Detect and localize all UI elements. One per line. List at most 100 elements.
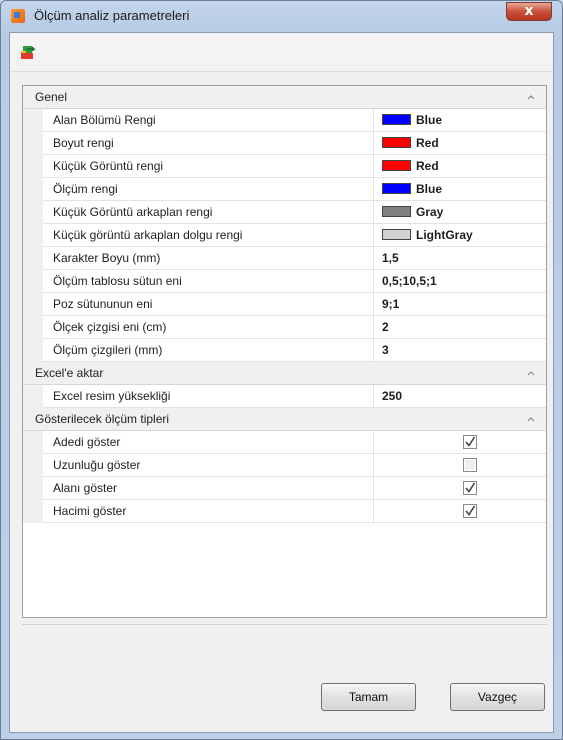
cancel-button[interactable]: Vazgeç [450, 683, 545, 711]
property-value-cell[interactable]: LightGray [374, 224, 546, 247]
property-row[interactable]: Ölçüm tablosu sütun eni 0,5;10,5;1 [23, 270, 546, 293]
category-header[interactable]: Genel [23, 86, 546, 109]
property-value-cell[interactable] [374, 454, 546, 477]
property-value: 9;1 [382, 297, 400, 311]
property-row[interactable]: Ölçüm çizgileri (mm) 3 [23, 339, 546, 362]
property-row[interactable]: Excel resim yüksekliği 250 [23, 385, 546, 408]
property-value-cell[interactable]: Blue [374, 109, 546, 132]
property-name: Ölçüm tablosu sütun eni [43, 270, 374, 293]
export-excel-icon[interactable] [19, 43, 37, 61]
property-value: Gray [416, 205, 444, 219]
row-gutter [23, 431, 43, 454]
property-name: Alanı göster [43, 477, 374, 500]
property-name: Ölçek çizgisi eni (cm) [43, 316, 374, 339]
chevron-up-icon[interactable] [525, 91, 537, 103]
chevron-up-icon[interactable] [525, 413, 537, 425]
checkbox-checked[interactable] [463, 435, 477, 449]
chevron-up-icon[interactable] [525, 367, 537, 379]
property-value-cell[interactable]: 0,5;10,5;1 [374, 270, 546, 293]
property-value-cell[interactable]: 9;1 [374, 293, 546, 316]
property-name: Uzunluğu göster [43, 454, 374, 477]
category-header[interactable]: Excel'e aktar [23, 362, 546, 385]
property-value-cell[interactable]: 250 [374, 385, 546, 408]
row-gutter [23, 224, 43, 247]
property-value-cell[interactable] [374, 431, 546, 454]
property-name: Alan Bölümü Rengi [43, 109, 374, 132]
color-swatch [382, 160, 411, 171]
property-name: Boyut rengi [43, 132, 374, 155]
category-label: Excel'e aktar [35, 366, 104, 380]
app-icon [11, 9, 25, 23]
close-icon: x [524, 3, 534, 19]
property-value: 2 [382, 320, 389, 334]
property-row[interactable]: Karakter Boyu (mm) 1,5 [23, 247, 546, 270]
property-row[interactable]: Hacimi göster [23, 500, 546, 523]
title-bar[interactable]: Ölçüm analiz parametreleri x [1, 1, 562, 31]
category-header[interactable]: Gösterilecek ölçüm tipleri [23, 408, 546, 431]
checkbox-checked[interactable] [463, 504, 477, 518]
row-gutter [23, 270, 43, 293]
window-title: Ölçüm analiz parametreleri [34, 8, 190, 23]
row-gutter [23, 201, 43, 224]
property-row[interactable]: Küçük Görüntü arkaplan rengi Gray [23, 201, 546, 224]
property-row[interactable]: Alanı göster [23, 477, 546, 500]
property-name: Hacimi göster [43, 500, 374, 523]
property-row[interactable]: Poz sütununun eni 9;1 [23, 293, 546, 316]
property-value-cell[interactable]: Blue [374, 178, 546, 201]
row-gutter [23, 500, 43, 523]
row-gutter [23, 155, 43, 178]
property-value: 250 [382, 389, 403, 403]
row-gutter [23, 109, 43, 132]
property-name: Karakter Boyu (mm) [43, 247, 374, 270]
property-row[interactable]: Uzunluğu göster [23, 454, 546, 477]
property-value: Blue [416, 182, 443, 196]
property-value-cell[interactable]: 3 [374, 339, 546, 362]
property-row[interactable]: Alan Bölümü Rengi Blue [23, 109, 546, 132]
property-value: 3 [382, 343, 389, 357]
property-name: Ölçüm rengi [43, 178, 374, 201]
property-name: Poz sütununun eni [43, 293, 374, 316]
toolbar [10, 33, 553, 72]
property-grid[interactable]: Genel Alan Bölümü Rengi Blue Boyut rengi Red… [22, 85, 547, 618]
property-row[interactable]: Boyut rengi Red [23, 132, 546, 155]
property-value: 1,5 [382, 251, 399, 265]
property-value: 0,5;10,5;1 [382, 274, 437, 288]
dialog-window: Ölçüm analiz parametreleri x Genel Alan B… [0, 0, 563, 740]
row-gutter [23, 132, 43, 155]
property-name: Küçük Görüntü rengi [43, 155, 374, 178]
checkbox-unchecked[interactable] [463, 458, 477, 472]
property-row[interactable]: Küçük Görüntü rengi Red [23, 155, 546, 178]
row-gutter [23, 477, 43, 500]
property-value-cell[interactable]: Red [374, 155, 546, 178]
color-swatch [382, 206, 411, 217]
close-button[interactable]: x [506, 2, 552, 21]
property-value-cell[interactable]: 2 [374, 316, 546, 339]
property-name: Ölçüm çizgileri (mm) [43, 339, 374, 362]
property-value-cell[interactable] [374, 500, 546, 523]
row-gutter [23, 454, 43, 477]
category-label: Genel [35, 90, 68, 104]
property-row[interactable]: Adedi göster [23, 431, 546, 454]
color-swatch [382, 229, 411, 240]
color-swatch [382, 183, 411, 194]
property-name: Küçük görüntü arkaplan dolgu rengi [43, 224, 374, 247]
ok-button[interactable]: Tamam [321, 683, 416, 711]
property-value-cell[interactable] [374, 477, 546, 500]
row-gutter [23, 247, 43, 270]
footer-area [22, 624, 547, 673]
property-row[interactable]: Ölçek çizgisi eni (cm) 2 [23, 316, 546, 339]
color-swatch [382, 114, 411, 125]
dialog-client: Genel Alan Bölümü Rengi Blue Boyut rengi Red… [9, 32, 554, 733]
property-value-cell[interactable]: Gray [374, 201, 546, 224]
category-label: Gösterilecek ölçüm tipleri [35, 412, 170, 426]
property-row[interactable]: Ölçüm rengi Blue [23, 178, 546, 201]
property-name: Adedi göster [43, 431, 374, 454]
row-gutter [23, 316, 43, 339]
property-name: Excel resim yüksekliği [43, 385, 374, 408]
property-value: Red [416, 159, 439, 173]
property-value: Blue [416, 113, 443, 127]
property-value-cell[interactable]: 1,5 [374, 247, 546, 270]
property-value-cell[interactable]: Red [374, 132, 546, 155]
checkbox-checked[interactable] [463, 481, 477, 495]
property-row[interactable]: Küçük görüntü arkaplan dolgu rengi LightG… [23, 224, 546, 247]
